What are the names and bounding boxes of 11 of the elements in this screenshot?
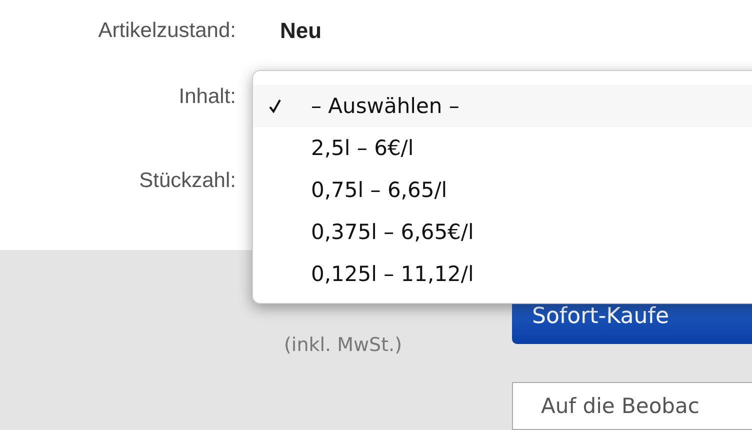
menu-option[interactable]: 0,375l – 6,65€/l [253, 211, 752, 253]
menu-option[interactable]: – Auswählen – [253, 85, 752, 127]
watch-list-button[interactable]: Auf die Beobac [512, 382, 752, 430]
tax-note: (inkl. MwSt.) [284, 334, 403, 356]
field-label: Stückzahl: [138, 169, 236, 193]
field-label: Inhalt: [178, 85, 236, 109]
field-label: Artikelzustand: [97, 19, 236, 43]
menu-option[interactable]: 0,75l – 6,65/l [253, 169, 752, 211]
checkmark-icon [269, 99, 281, 113]
field-value: Neu [280, 18, 322, 44]
menu-option[interactable]: 2,5l – 6€/l [253, 127, 752, 169]
